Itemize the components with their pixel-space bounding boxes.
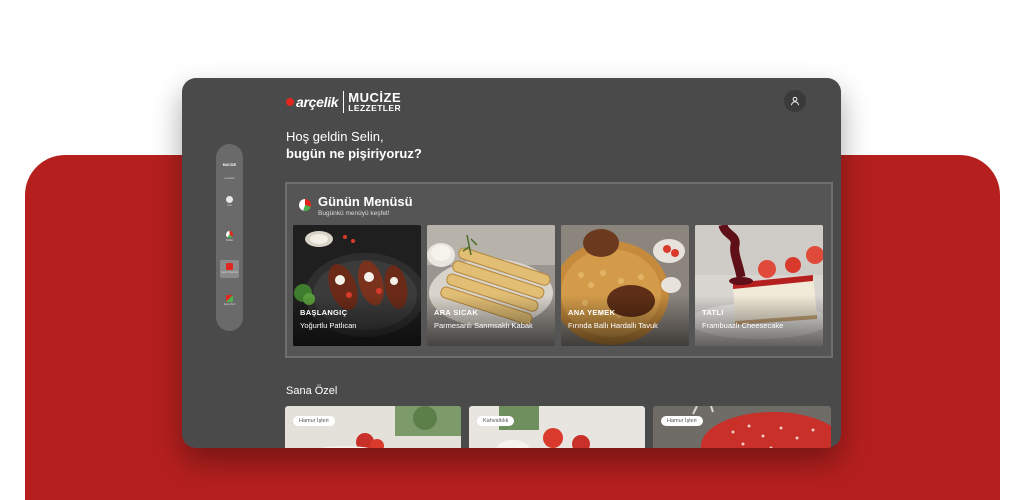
dish-name: Frambuazlı Cheesecake bbox=[702, 321, 784, 330]
profile-button[interactable] bbox=[784, 90, 806, 112]
menu-card-baslangic[interactable]: BAŞLANGIÇ Yoğurtlu Patlıcan bbox=[293, 225, 421, 346]
daily-menu-title: Günün Menüsü bbox=[318, 194, 413, 209]
brand-name: arçelik bbox=[296, 94, 339, 110]
sidebar-item-tarifler[interactable]: Tarifler bbox=[220, 231, 239, 243]
menu-card-ara-sicak[interactable]: ARA SICAK Parmesanlı Sarımsaklı Kabak bbox=[427, 225, 555, 346]
recipes-icon bbox=[226, 231, 233, 238]
daily-menu-subtitle: Bugünkü menüyü keşfet! bbox=[318, 210, 390, 217]
menu-icon bbox=[226, 263, 233, 270]
sidebar-item-ana[interactable]: Ana bbox=[220, 196, 239, 208]
app-showcase: arçelik MUCİZE LEZZETLER Hoş geldin Seli… bbox=[0, 0, 1024, 500]
breakfast-photo bbox=[469, 406, 645, 448]
sidebar-item-label: Tarifler bbox=[225, 239, 234, 242]
cake-photo bbox=[653, 406, 831, 448]
sidebar: MUCİZE Lezzetler Ana Tarifler Günün Menü… bbox=[216, 144, 243, 331]
course-label: ANA YEMEK bbox=[568, 308, 616, 317]
dish-name: Parmesanlı Sarımsaklı Kabak bbox=[434, 321, 533, 330]
user-icon bbox=[791, 96, 799, 106]
category-tag: Hamur İşleri bbox=[293, 416, 335, 426]
course-label: ARA SICAK bbox=[434, 308, 479, 317]
menu-card-ana-yemek[interactable]: ANA YEMEK Fırında Ballı Hardallı Tavuk bbox=[561, 225, 689, 346]
course-label: BAŞLANGIÇ bbox=[300, 308, 348, 317]
sidebar-logo: MUCİZE bbox=[222, 163, 237, 167]
logo-divider bbox=[343, 91, 345, 113]
sidebar-logo-sub: Lezzetler bbox=[224, 177, 235, 180]
dish-name: Fırında Ballı Hardallı Tavuk bbox=[568, 321, 658, 330]
for-you-card[interactable]: Kahvaltılık bbox=[469, 406, 645, 448]
app-logo: arçelik MUCİZE LEZZETLER bbox=[286, 90, 401, 114]
sidebar-item-gunun-menusu[interactable]: Günün Menüsü bbox=[220, 260, 239, 278]
dish-name: Yoğurtlu Patlıcan bbox=[300, 321, 357, 330]
home-icon bbox=[226, 196, 233, 203]
course-label: TATLI bbox=[702, 308, 724, 317]
for-you-card[interactable]: Hamur İşleri bbox=[653, 406, 831, 448]
bookmark-icon bbox=[226, 295, 233, 302]
for-you-title: Sana Özel bbox=[286, 385, 338, 397]
category-tag: Hamur İşleri bbox=[661, 416, 703, 426]
category-tag: Kahvaltılık bbox=[477, 416, 515, 426]
greeting-line2: bugün ne pişiriyoruz? bbox=[286, 146, 422, 161]
sidebar-item-label: Ana bbox=[227, 204, 232, 207]
menu-card-tatli[interactable]: TATLI Frambuazlı Cheesecake bbox=[695, 225, 823, 346]
product-logo: MUCİZE LEZZETLER bbox=[348, 91, 401, 114]
greeting-line1: Hoş geldin Selin, bbox=[286, 129, 384, 144]
sidebar-item-sana-ozel[interactable]: Sana Özel bbox=[220, 295, 239, 307]
daily-menu-section: Günün Menüsü Bugünkü menüyü keşfet! BAŞL… bbox=[285, 182, 833, 358]
plate-icon bbox=[299, 199, 311, 211]
sidebar-item-label: Sana Özel bbox=[223, 303, 236, 306]
product-line2: LEZZETLER bbox=[348, 103, 401, 114]
tablet-screen: arçelik MUCİZE LEZZETLER Hoş geldin Seli… bbox=[182, 78, 841, 448]
sidebar-item-label: Günün Menüsü bbox=[220, 271, 239, 274]
brand-dot-icon bbox=[286, 98, 294, 106]
pastry-photo bbox=[285, 406, 461, 448]
for-you-card[interactable]: Hamur İşleri bbox=[285, 406, 461, 448]
